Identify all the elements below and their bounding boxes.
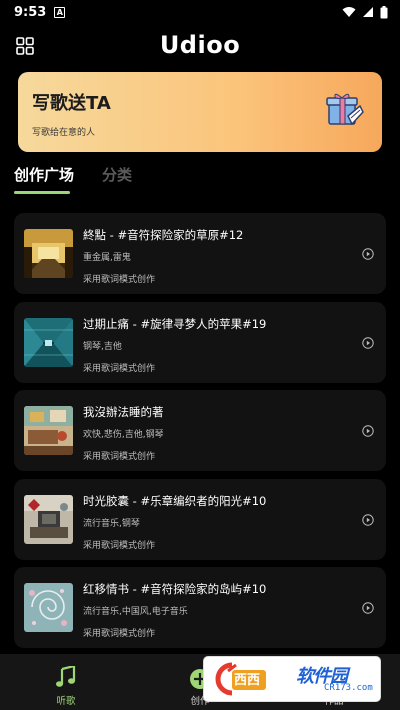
signal-icon <box>363 7 373 17</box>
nav-listen-label: 听歌 <box>56 696 76 707</box>
app-title: Udioo <box>159 31 241 59</box>
song-cover <box>24 406 73 455</box>
play-icon[interactable] <box>362 513 374 526</box>
play-icon[interactable] <box>362 336 374 349</box>
song-card[interactable]: 終點 - #音符探险家的草原#12 重金属,雷鬼 采用歌词模式创作 <box>14 213 386 294</box>
watermark: 西西 软件园 CR173.com <box>204 657 380 701</box>
song-mode: 采用歌词模式创作 <box>83 452 156 462</box>
app-header: Udioo <box>0 28 400 68</box>
song-tags: 欢快,悲伤,吉他,钢琴 <box>83 430 164 440</box>
wifi-icon <box>342 7 356 17</box>
song-mode: 采用歌词模式创作 <box>83 540 156 551</box>
watermark-logo-text: 西西 <box>234 673 261 688</box>
watermark-url: CR173.com <box>324 683 373 693</box>
play-icon[interactable] <box>362 602 374 614</box>
song-cover <box>24 317 73 367</box>
nav-listen[interactable]: 听歌 <box>26 654 106 710</box>
song-tags: 重金属,雷鬼 <box>83 253 131 263</box>
song-tags: 钢琴,吉他 <box>83 341 122 352</box>
song-tags: 流行音乐,钢琴 <box>83 518 140 529</box>
song-cover <box>24 229 73 278</box>
gift-icon <box>326 93 364 126</box>
song-title: 我沒辦法睡的著 <box>83 405 164 419</box>
battery-icon <box>380 5 388 18</box>
status-left: 9:53 A <box>14 4 66 20</box>
status-icons <box>342 5 388 19</box>
song-mode: 采用歌词模式创作 <box>83 629 156 639</box>
song-cover <box>24 583 73 632</box>
song-title: 終點 - #音符探险家的草原#12 <box>83 228 244 242</box>
song-card[interactable]: 过期止痛 - #旋律寻梦人的苹果#19 钢琴,吉他 采用歌词模式创作 <box>14 301 386 383</box>
song-list: 終點 - #音符探险家的草原#12 重金属,雷鬼 采用歌词模式创作 过期止痛 -… <box>14 213 386 656</box>
song-mode: 采用歌词模式创作 <box>83 363 156 374</box>
tab-active-indicator <box>14 191 70 194</box>
song-tags: 流行音乐,中国风,电子音乐 <box>83 607 188 617</box>
song-cover <box>24 494 73 544</box>
play-icon[interactable] <box>362 425 374 437</box>
song-card[interactable]: 我沒辦法睡的著 欢快,悲伤,吉他,钢琴 采用歌词模式创作 <box>14 390 386 471</box>
tab-category[interactable]: 分类 <box>102 164 132 198</box>
song-title: 红移情书 - #音符探险家的岛屿#10 <box>83 582 267 596</box>
status-time: 9:53 <box>14 4 47 20</box>
notification-icon: A <box>54 6 66 18</box>
write-song-banner[interactable]: 写歌送TA 写歌给在意的人 <box>18 72 382 152</box>
music-note-icon <box>56 666 76 687</box>
play-icon[interactable] <box>362 248 374 260</box>
song-mode: 采用歌词模式创作 <box>83 275 156 285</box>
song-title: 过期止痛 - #旋律寻梦人的苹果#19 <box>83 316 267 331</box>
song-card[interactable]: 时光胶囊 - #乐章编织者的阳光#10 流行音乐,钢琴 采用歌词模式创作 <box>14 478 386 560</box>
status-bar: 9:53 A <box>0 0 400 24</box>
song-title: 时光胶囊 - #乐章编织者的阳光#10 <box>83 493 267 508</box>
banner-subtitle: 写歌给在意的人 <box>32 128 96 138</box>
banner-title: 写歌送TA <box>32 93 111 114</box>
song-card[interactable]: 红移情书 - #音符探险家的岛屿#10 流行音乐,中国风,电子音乐 采用歌词模式… <box>14 567 386 648</box>
